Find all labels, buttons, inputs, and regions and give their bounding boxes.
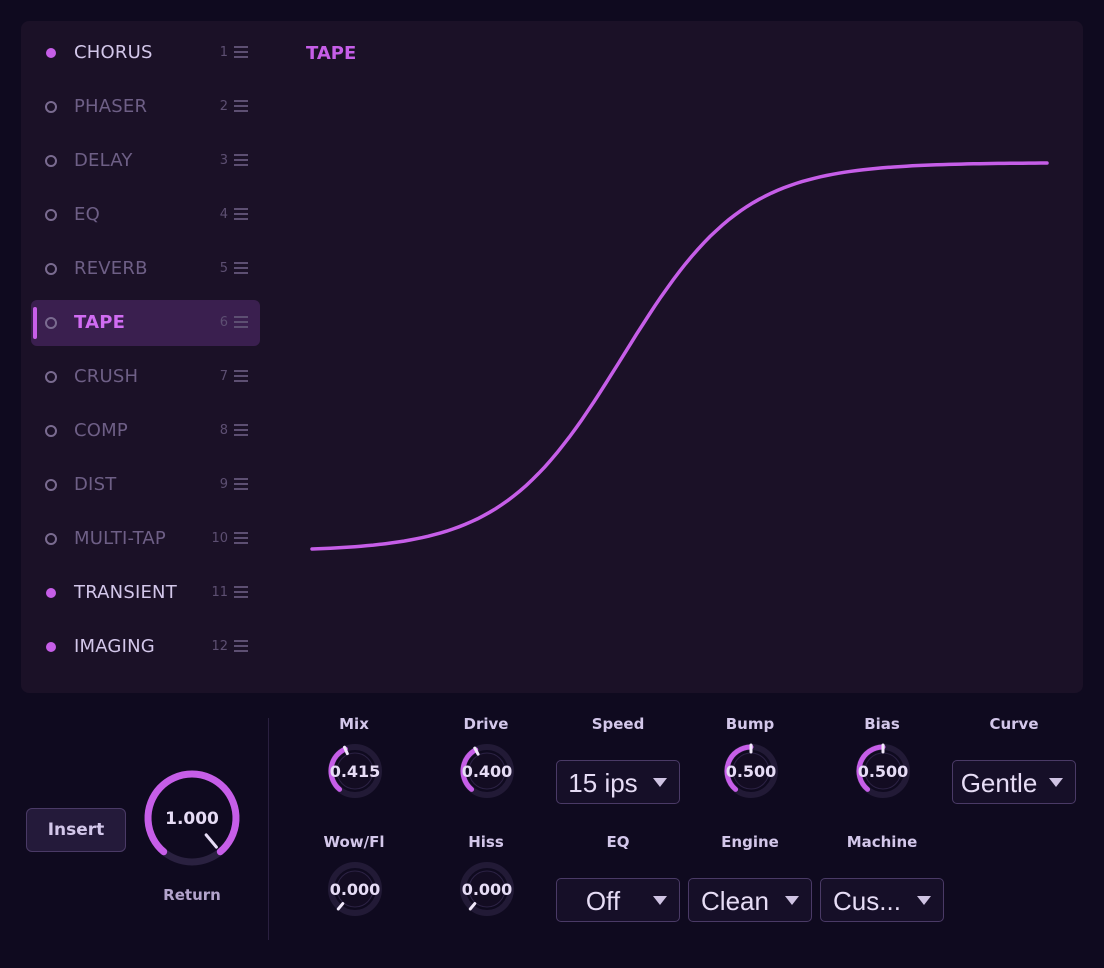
chevron-down-icon xyxy=(653,778,667,787)
insert-button[interactable]: Insert xyxy=(26,808,126,852)
mix-label: Mix xyxy=(339,715,369,733)
drive-label: Drive xyxy=(463,715,509,733)
curve-select-value: Gentle xyxy=(960,768,1038,798)
return-label: Return xyxy=(163,886,221,904)
curve-title: TAPE xyxy=(306,43,357,64)
bias-label: Bias xyxy=(864,715,900,733)
transfer-curve xyxy=(310,161,1049,551)
engine-select[interactable]: Clean xyxy=(688,878,812,922)
bias-knob[interactable]: 0.500 xyxy=(848,736,918,806)
bump-knob[interactable]: 0.500 xyxy=(716,736,786,806)
machine-label: Machine xyxy=(846,833,918,851)
bump-label: Bump xyxy=(725,715,775,733)
hiss-label: Hiss xyxy=(468,833,504,851)
chevron-down-icon xyxy=(917,896,931,905)
curve-label: Curve xyxy=(989,715,1039,733)
wow-flutter-label: Wow/Fl xyxy=(323,833,385,851)
engine-select-value: Clean xyxy=(701,886,769,916)
return-knob[interactable]: 1.000 xyxy=(136,762,248,874)
chevron-down-icon xyxy=(1049,778,1063,787)
eq-select[interactable]: Off xyxy=(556,878,680,922)
curve-select[interactable]: Gentle xyxy=(952,760,1076,804)
speed-select[interactable]: 15 ips xyxy=(556,760,680,804)
knob-value: 0.400 xyxy=(462,762,513,781)
mix-knob[interactable]: 0.415 xyxy=(320,736,390,806)
eq-select-value: Off xyxy=(585,886,621,916)
eq-label: EQ xyxy=(606,833,630,851)
return-knob-pointer xyxy=(204,833,218,849)
chevron-down-icon xyxy=(785,896,799,905)
knob-value: 0.500 xyxy=(726,762,777,781)
return-knob-value: 1.000 xyxy=(165,809,219,829)
speed-label: Speed xyxy=(591,715,645,733)
effects-panel: CHORUS 1 PHASER 2 DELAY 3 EQ 4 REVERB 5 TAPE 6 CRUSH… xyxy=(21,21,1083,693)
speed-select-value: 15 ips xyxy=(568,768,638,798)
knob-value: 0.415 xyxy=(330,762,381,781)
hiss-knob[interactable]: 0.000 xyxy=(452,854,522,924)
drive-knob[interactable]: 0.400 xyxy=(452,736,522,806)
machine-select-value: Cus... xyxy=(833,886,901,916)
knob-value: 0.000 xyxy=(462,880,513,899)
engine-label: Engine xyxy=(721,833,779,851)
machine-select[interactable]: Cus... xyxy=(820,878,944,922)
divider xyxy=(268,718,269,940)
knob-value: 0.000 xyxy=(330,880,381,899)
knob-value: 0.500 xyxy=(858,762,909,781)
wow-flutter-knob[interactable]: 0.000 xyxy=(320,854,390,924)
transfer-curve-line xyxy=(310,161,1049,551)
chevron-down-icon xyxy=(653,896,667,905)
